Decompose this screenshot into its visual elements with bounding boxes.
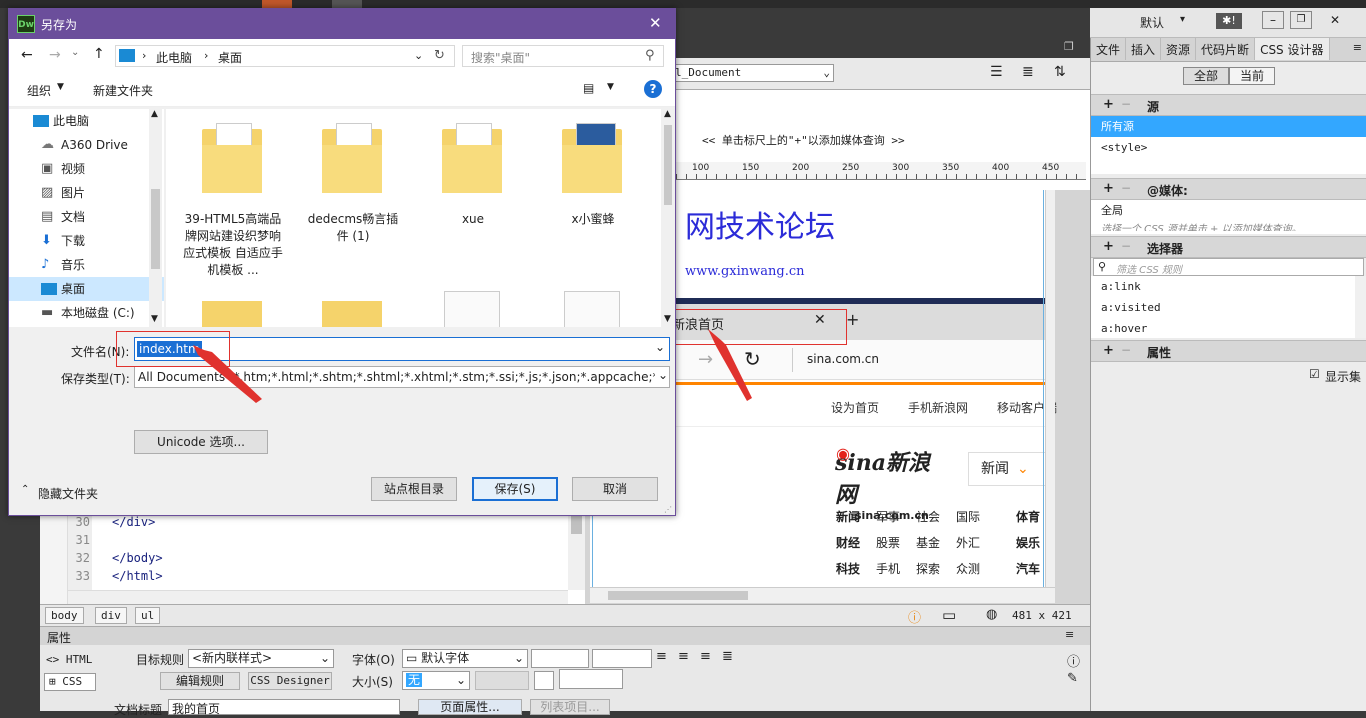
annotation-arrow <box>708 329 752 401</box>
annotation-arrow <box>193 345 262 403</box>
annotation-arrows <box>193 329 752 403</box>
